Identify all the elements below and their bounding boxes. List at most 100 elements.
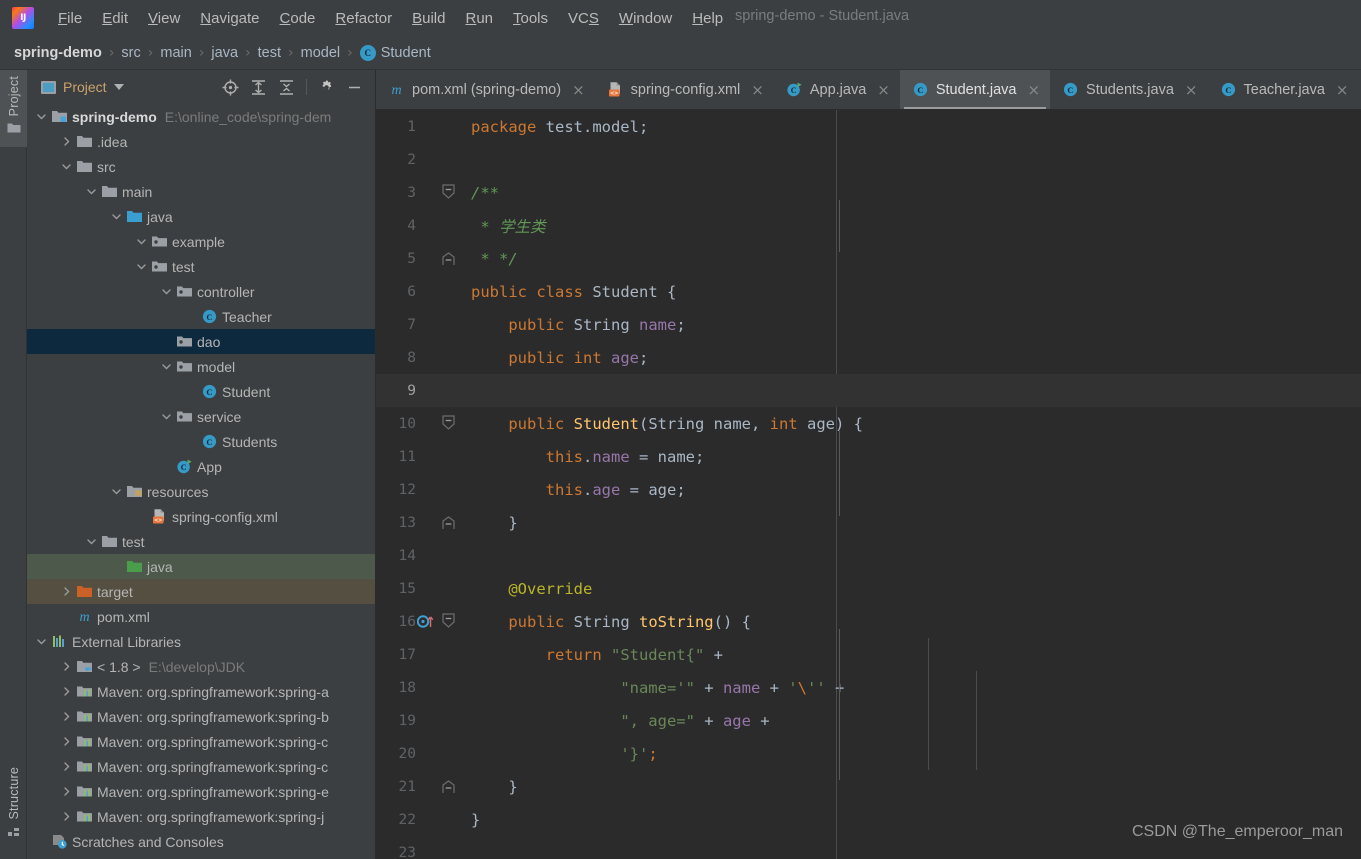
code-line[interactable]: 16 public String toString() { <box>376 605 1361 638</box>
menu-item-navigate[interactable]: Navigate <box>190 7 269 30</box>
fold-marker-expanded-icon[interactable] <box>441 613 456 633</box>
editor-gutter[interactable] <box>416 143 461 176</box>
editor-gutter[interactable] <box>416 473 461 506</box>
tree-node-spring-config-xml[interactable]: <> spring-config.xml <box>27 504 375 529</box>
tree-node-teacher[interactable]: C Teacher <box>27 304 375 329</box>
breadcrumb-item-src[interactable]: src <box>121 45 140 61</box>
stripe-tab-structure[interactable]: Structure <box>0 761 27 849</box>
editor-gutter[interactable] <box>416 176 461 209</box>
editor-gutter[interactable] <box>416 572 461 605</box>
code-line[interactable]: 2 <box>376 143 1361 176</box>
menu-item-vcs[interactable]: VCS <box>558 7 609 30</box>
chevron-down-icon[interactable] <box>160 410 173 423</box>
code-line[interactable]: 15 @Override <box>376 572 1361 605</box>
expand-all-icon[interactable] <box>250 79 267 96</box>
editor-gutter[interactable] <box>416 440 461 473</box>
menu-item-view[interactable]: View <box>138 7 190 30</box>
locate-icon[interactable] <box>222 79 239 96</box>
project-tree[interactable]: spring-demo E:\online_code\spring-dem .ide… <box>27 104 375 859</box>
close-icon[interactable]: × <box>877 81 890 99</box>
editor-gutter[interactable] <box>416 407 461 440</box>
chevron-down-icon[interactable] <box>113 84 124 90</box>
override-method-icon[interactable] <box>416 613 439 634</box>
chevron-right-icon[interactable] <box>60 660 73 673</box>
editor-tab-spring-config-xml[interactable]: <> spring-config.xml × <box>595 70 774 109</box>
code-line[interactable]: 12 this.age = age; <box>376 473 1361 506</box>
close-icon[interactable]: × <box>1185 81 1198 99</box>
tree-node-main[interactable]: main <box>27 179 375 204</box>
editor-tab-students-java[interactable]: C Students.java × <box>1050 70 1207 109</box>
breadcrumb-item-main[interactable]: main <box>160 45 191 61</box>
chevron-down-icon[interactable] <box>85 185 98 198</box>
tree-node-dao[interactable]: dao <box>27 329 375 354</box>
editor-gutter[interactable] <box>416 209 461 242</box>
editor-gutter[interactable] <box>416 803 461 836</box>
chevron-right-icon[interactable] <box>60 785 73 798</box>
fold-marker-end-icon[interactable] <box>441 516 456 534</box>
tree-node-java[interactable]: java <box>27 204 375 229</box>
close-icon[interactable]: × <box>1027 81 1040 99</box>
chevron-right-icon[interactable] <box>60 710 73 723</box>
chevron-down-icon[interactable] <box>135 260 148 273</box>
code-line[interactable]: 21 } <box>376 770 1361 803</box>
menu-item-run[interactable]: Run <box>455 7 503 30</box>
fold-marker-end-icon[interactable] <box>441 780 456 798</box>
code-line[interactable]: 14 <box>376 539 1361 572</box>
tree-node-model[interactable]: model <box>27 354 375 379</box>
fold-marker-end-icon[interactable] <box>441 252 456 270</box>
tree-node-service[interactable]: service <box>27 404 375 429</box>
tree-node-controller[interactable]: controller <box>27 279 375 304</box>
code-line[interactable]: 8 public int age; <box>376 341 1361 374</box>
code-line[interactable]: 3 /** <box>376 176 1361 209</box>
code-line[interactable]: 1 package test.model; <box>376 110 1361 143</box>
code-editor[interactable]: 1 package test.model; 2 3/** 4 * 学生类 5 * */6… <box>376 110 1361 859</box>
editor-gutter[interactable] <box>416 374 461 407</box>
tree-node-src[interactable]: src <box>27 154 375 179</box>
chevron-down-icon[interactable] <box>110 210 123 223</box>
code-line[interactable]: 20 '}'; <box>376 737 1361 770</box>
editor-gutter[interactable] <box>416 242 461 275</box>
close-icon[interactable]: × <box>751 81 764 99</box>
editor-gutter[interactable] <box>416 110 461 143</box>
chevron-down-icon[interactable] <box>110 485 123 498</box>
tree-node-scratches-and-consoles[interactable]: Scratches and Consoles <box>27 829 375 854</box>
tree-node-maven-org-springframework-spring-j[interactable]: Maven: org.springframework:spring-j <box>27 804 375 829</box>
tree-node-maven-org-springframework-spring-a[interactable]: Maven: org.springframework:spring-a <box>27 679 375 704</box>
chevron-down-icon[interactable] <box>135 235 148 248</box>
breadcrumb-item-java[interactable]: java <box>211 45 238 61</box>
editor-gutter[interactable] <box>416 506 461 539</box>
editor-tab-student-java[interactable]: C Student.java × <box>899 70 1051 109</box>
code-line[interactable]: 18 "name='" + name + '\'' + <box>376 671 1361 704</box>
editor-gutter[interactable] <box>416 704 461 737</box>
breadcrumb-item-spring-demo[interactable]: spring-demo <box>14 45 102 61</box>
menu-item-refactor[interactable]: Refactor <box>325 7 402 30</box>
editor-gutter[interactable] <box>416 638 461 671</box>
tree-node-spring-demo[interactable]: spring-demo E:\online_code\spring-dem <box>27 104 375 129</box>
editor-tab-pom-xml-spring-demo[interactable]: m pom.xml (spring-demo) × <box>376 70 595 109</box>
editor-gutter[interactable] <box>416 341 461 374</box>
tree-node-1-8[interactable]: < 1.8 > E:\develop\JDK <box>27 654 375 679</box>
tree-node-target[interactable]: target <box>27 579 375 604</box>
chevron-right-icon[interactable] <box>60 685 73 698</box>
menu-item-window[interactable]: Window <box>609 7 682 30</box>
collapse-all-icon[interactable] <box>278 79 295 96</box>
tree-node-java[interactable]: java <box>27 554 375 579</box>
chevron-down-icon[interactable] <box>160 285 173 298</box>
close-icon[interactable]: × <box>572 81 585 99</box>
editor-gutter[interactable] <box>416 308 461 341</box>
chevron-down-icon[interactable] <box>35 110 48 123</box>
code-line[interactable]: 7 public String name; <box>376 308 1361 341</box>
chevron-down-icon[interactable] <box>35 635 48 648</box>
tree-node-student[interactable]: C Student <box>27 379 375 404</box>
editor-tab-app-java[interactable]: C App.java × <box>774 70 900 109</box>
close-icon[interactable]: × <box>1336 81 1349 99</box>
code-line[interactable]: 10 public Student(String name, int age) … <box>376 407 1361 440</box>
settings-gear-icon[interactable] <box>318 79 335 96</box>
chevron-down-icon[interactable] <box>160 360 173 373</box>
editor-gutter[interactable] <box>416 770 461 803</box>
chevron-right-icon[interactable] <box>60 135 73 148</box>
tree-node-students[interactable]: C Students <box>27 429 375 454</box>
chevron-right-icon[interactable] <box>60 810 73 823</box>
menu-item-help[interactable]: Help <box>682 7 733 30</box>
tree-node-idea[interactable]: .idea <box>27 129 375 154</box>
